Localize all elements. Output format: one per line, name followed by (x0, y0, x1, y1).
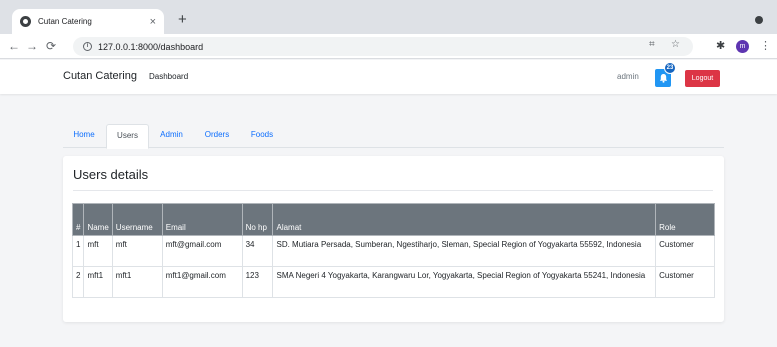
cell-nohp: 34 (241, 235, 274, 267)
users-card: Users details # Name Username Email No h… (63, 156, 724, 322)
url-text[interactable]: 127.0.0.1:8000/dashboard (98, 42, 203, 52)
cell-username: mft (111, 235, 163, 267)
close-tab-icon[interactable]: × (150, 16, 156, 28)
col-header-username: Username (111, 203, 163, 236)
browser-tab-title: Cutan Catering (38, 17, 92, 26)
browser-menu-icon[interactable]: ⋮ (760, 39, 771, 53)
app-navbar: Cutan Catering Dashboard admin 23 Logout (0, 60, 777, 94)
table-row: 2 mft1 mft1 mft1@gmail.com 123 SMA Neger… (71, 266, 715, 298)
cell-name: mft (83, 235, 113, 267)
cell-username: mft1 (111, 266, 163, 298)
address-bar[interactable]: i 127.0.0.1:8000/dashboard ⌗ ☆ (73, 37, 693, 56)
new-tab-icon[interactable]: + (178, 12, 187, 28)
cell-role: Customer (655, 266, 715, 298)
tab-home[interactable]: Home (63, 124, 105, 148)
extensions-puzzle-icon[interactable]: ✱ (716, 39, 725, 53)
col-header-role: Role (655, 203, 715, 236)
brand-link[interactable]: Cutan Catering (63, 70, 137, 82)
notification-count-badge: 23 (664, 62, 676, 74)
col-header-email: Email (161, 203, 243, 236)
back-icon[interactable]: ← (8, 38, 20, 54)
tab-users[interactable]: Users (106, 124, 149, 149)
dashboard-link[interactable]: Dashboard (149, 72, 188, 81)
tab-admin[interactable]: Admin (151, 124, 192, 148)
favicon-icon (20, 16, 31, 27)
tab-foods[interactable]: Foods (242, 124, 282, 148)
divider (73, 190, 713, 191)
col-header-num: # (71, 203, 85, 236)
logout-button[interactable]: Logout (685, 70, 720, 87)
notifications-button[interactable]: 23 (655, 62, 676, 87)
reload-icon[interactable]: ⟳ (46, 38, 56, 54)
browser-toolbar: ← → ⟳ i 127.0.0.1:8000/dashboard ⌗ ☆ ✱ m… (0, 34, 777, 59)
profile-avatar[interactable]: m (736, 40, 749, 53)
cell-email: mft@gmail.com (161, 235, 243, 267)
window-menu-icon[interactable] (755, 16, 763, 24)
users-table: # Name Username Email No hp Alamat Role … (71, 203, 715, 298)
cell-alamat: SMA Negeri 4 Yogyakarta, Karangwaru Lor,… (272, 266, 657, 298)
cell-nohp: 123 (241, 266, 274, 298)
cell-alamat: SD. Mutiara Persada, Sumberan, Ngestihar… (272, 235, 657, 267)
browser-tabstrip: Cutan Catering × + (0, 0, 777, 34)
cell-num: 2 (71, 266, 85, 298)
browser-tab[interactable]: Cutan Catering × (12, 9, 164, 34)
col-header-alamat: Alamat (272, 203, 657, 236)
col-header-nohp: No hp (241, 203, 274, 236)
col-header-name: Name (83, 203, 113, 236)
table-header-row: # Name Username Email No hp Alamat Role (71, 203, 715, 236)
forward-icon[interactable]: → (26, 38, 38, 54)
table-row: 1 mft mft mft@gmail.com 34 SD. Mutiara P… (71, 235, 715, 267)
bell-icon (659, 73, 667, 83)
tab-orders[interactable]: Orders (195, 124, 239, 148)
cell-name: mft1 (83, 266, 113, 298)
cell-num: 1 (71, 235, 85, 267)
bookmark-star-icon[interactable]: ☆ (671, 39, 680, 50)
section-tabs: Home Users Admin Orders Foods (63, 124, 724, 149)
card-title: Users details (73, 167, 149, 182)
cell-role: Customer (655, 235, 715, 267)
info-icon[interactable]: i (83, 42, 92, 51)
translate-icon[interactable]: ⌗ (649, 39, 655, 50)
cell-email: mft1@gmail.com (161, 266, 243, 298)
admin-username: admin (617, 72, 639, 81)
